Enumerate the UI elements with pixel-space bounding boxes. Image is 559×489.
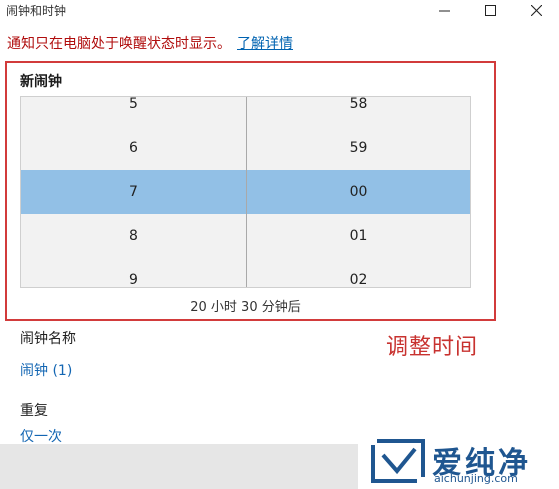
hour-item[interactable]: 9 bbox=[21, 258, 246, 287]
hour-column[interactable]: 5 6 7 8 9 bbox=[21, 97, 246, 287]
close-icon bbox=[530, 4, 542, 16]
minute-column[interactable]: 58 59 00 01 02 bbox=[247, 97, 470, 287]
repeat-value[interactable]: 仅一次 bbox=[20, 426, 62, 446]
minute-item[interactable]: 58 bbox=[247, 97, 470, 126]
repeat-label: 重复 bbox=[20, 403, 48, 419]
close-button[interactable] bbox=[513, 0, 559, 20]
maximize-button[interactable] bbox=[467, 0, 513, 20]
hour-item[interactable]: 5 bbox=[21, 97, 246, 126]
minute-item[interactable]: 59 bbox=[247, 126, 470, 170]
maximize-icon bbox=[484, 4, 496, 16]
minimize-icon bbox=[438, 10, 450, 11]
minute-item-selected[interactable]: 00 bbox=[247, 170, 470, 214]
time-picker[interactable]: 5 6 7 8 9 58 59 00 01 02 bbox=[20, 96, 471, 288]
bottom-command-bar bbox=[0, 444, 358, 489]
window-title: 闹钟和时钟 bbox=[6, 4, 67, 18]
minute-item[interactable]: 01 bbox=[247, 214, 470, 258]
picker-title: 新闹钟 bbox=[20, 74, 62, 90]
alarm-name-label: 闹钟名称 bbox=[20, 331, 76, 347]
wake-notice: 通知只在电脑处于唤醒状态时显示。 了解详情 bbox=[7, 33, 293, 53]
hour-item-selected[interactable]: 7 bbox=[21, 170, 246, 214]
title-bar: 闹钟和时钟 bbox=[0, 0, 559, 22]
watermark-url: aichunjing.com bbox=[434, 472, 518, 485]
minimize-button[interactable] bbox=[421, 0, 467, 20]
minute-item[interactable]: 02 bbox=[247, 258, 470, 287]
hour-item[interactable]: 6 bbox=[21, 126, 246, 170]
learn-more-link[interactable]: 了解详情 bbox=[237, 36, 293, 52]
alarm-name-value[interactable]: 闹钟 (1) bbox=[20, 360, 72, 380]
annotation-label: 调整时间 bbox=[386, 335, 479, 360]
watermark-logo-icon bbox=[371, 439, 425, 483]
notice-text: 通知只在电脑处于唤醒状态时显示。 bbox=[7, 36, 231, 52]
countdown-text: 20 小时 30 分钟后 bbox=[190, 300, 301, 315]
hour-item[interactable]: 8 bbox=[21, 214, 246, 258]
